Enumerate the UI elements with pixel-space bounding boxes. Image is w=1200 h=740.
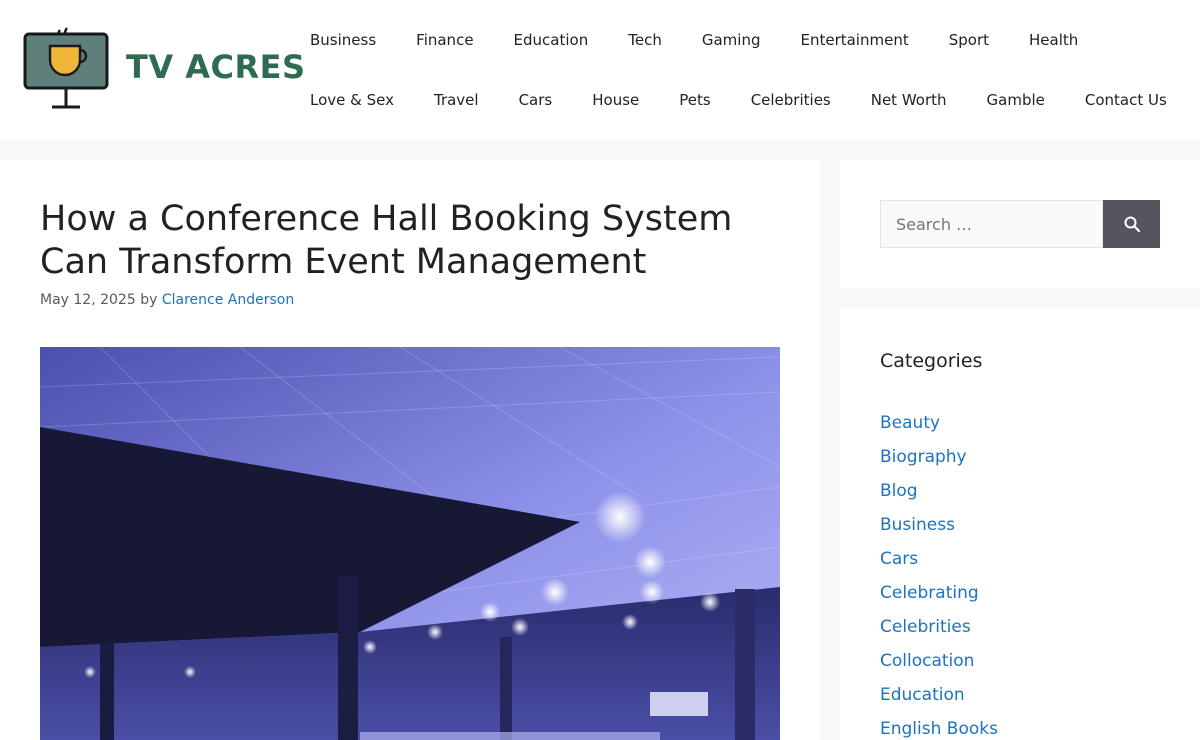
nav-item-sport[interactable]: Sport [929, 10, 1009, 70]
nav-item-tech[interactable]: Tech [608, 10, 682, 70]
nav-item-contact-us[interactable]: Contact Us [1065, 70, 1187, 130]
article-date: May 12, 2025 [40, 292, 136, 308]
article-meta: May 12, 2025 by Clarence Anderson [40, 292, 294, 308]
nav-item-cars[interactable]: Cars [499, 70, 573, 130]
categories-widget: Categories Beauty Biography Blog Busines… [840, 308, 1200, 740]
list-item: Education [880, 678, 998, 712]
nav-item-business[interactable]: Business [290, 10, 396, 70]
search-widget [840, 160, 1200, 288]
nav-row-2: Love & Sex Travel Cars House Pets Celebr… [290, 70, 1187, 130]
article-content: How a Conference Hall Booking System Can… [0, 160, 820, 740]
list-item: Collocation [880, 644, 998, 678]
nav-item-education[interactable]: Education [494, 10, 609, 70]
category-link-celebrating[interactable]: Celebrating [880, 583, 979, 603]
list-item: English Books [880, 712, 998, 740]
conference-hall-illustration [40, 347, 780, 740]
nav-item-travel[interactable]: Travel [414, 70, 499, 130]
nav-item-finance[interactable]: Finance [396, 10, 493, 70]
list-item: Celebrating [880, 576, 998, 610]
site-name: TV ACRES [126, 48, 306, 86]
list-item: Celebrities [880, 610, 998, 644]
primary-navigation: Business Finance Education Tech Gaming E… [290, 0, 1200, 140]
nav-row-1: Business Finance Education Tech Gaming E… [290, 10, 1098, 70]
category-link-collocation[interactable]: Collocation [880, 651, 974, 671]
search-button[interactable] [1103, 200, 1160, 248]
nav-item-entertainment[interactable]: Entertainment [780, 10, 928, 70]
list-item: Blog [880, 474, 998, 508]
nav-item-health[interactable]: Health [1009, 10, 1098, 70]
categories-title: Categories [880, 350, 983, 372]
search-input[interactable] [880, 200, 1103, 248]
category-link-education[interactable]: Education [880, 685, 965, 705]
category-link-beauty[interactable]: Beauty [880, 413, 940, 433]
site-header: TV ACRES Business Finance Education Tech… [0, 0, 1200, 140]
nav-item-pets[interactable]: Pets [659, 70, 730, 130]
featured-image [40, 347, 780, 740]
list-item: Beauty [880, 406, 998, 440]
nav-item-gamble[interactable]: Gamble [967, 70, 1065, 130]
article-title: How a Conference Hall Booking System Can… [40, 199, 733, 282]
category-link-blog[interactable]: Blog [880, 481, 918, 501]
article-author-link[interactable]: Clarence Anderson [162, 292, 294, 308]
list-item: Business [880, 508, 998, 542]
categories-list: Beauty Biography Blog Business Cars Cele… [880, 406, 998, 740]
nav-item-celebrities[interactable]: Celebrities [731, 70, 851, 130]
nav-item-love-sex[interactable]: Love & Sex [290, 70, 414, 130]
nav-item-house[interactable]: House [572, 70, 659, 130]
tv-coffee-cup-icon [23, 27, 109, 109]
category-link-english-books[interactable]: English Books [880, 719, 998, 739]
list-item: Biography [880, 440, 998, 474]
nav-item-net-worth[interactable]: Net Worth [851, 70, 967, 130]
category-link-business[interactable]: Business [880, 515, 955, 535]
category-link-cars[interactable]: Cars [880, 549, 918, 569]
list-item: Cars [880, 542, 998, 576]
search-icon [1124, 216, 1140, 232]
category-link-celebrities[interactable]: Celebrities [880, 617, 971, 637]
nav-item-gaming[interactable]: Gaming [682, 10, 781, 70]
category-link-biography[interactable]: Biography [880, 447, 967, 467]
site-logo[interactable]: TV ACRES [22, 26, 305, 112]
article-by-label: by [140, 292, 158, 308]
